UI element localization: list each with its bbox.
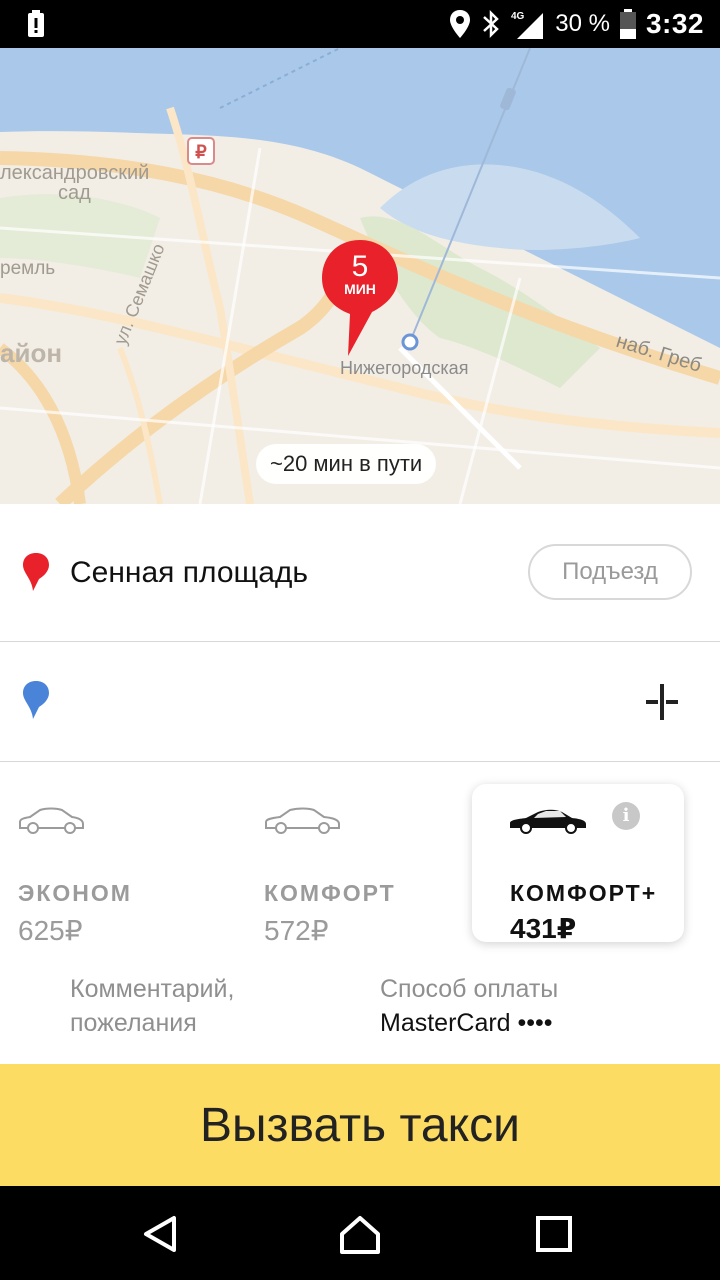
status-icons: 4G 30 % 3:32 [449, 0, 704, 48]
car-icon [19, 807, 84, 834]
map-label-kremlin: ремль [0, 258, 56, 279]
tariff-selector: ЭКОНОМ 625₽ КОМФОРТ 572₽ i КОМФОРТ+ 431₽ [0, 762, 720, 962]
alert-icon [28, 10, 44, 37]
pin-eta-minutes: 5 [351, 250, 369, 283]
trip-time-chip: ~20 мин в пути [256, 444, 437, 484]
status-bar: 4G 30 % 3:32 [0, 0, 720, 48]
comment-option[interactable]: Комментарий, пожелания [70, 972, 330, 1040]
tariff-name: КОМФОРТ+ [510, 880, 658, 906]
metro-station-icon [401, 333, 419, 351]
map-label-station: Нижегородская [340, 358, 469, 378]
payment-label: Способ оплаты [380, 975, 559, 1003]
signal-icon: 4G [511, 11, 544, 39]
order-options: Комментарий, пожелания Способ оплаты Mas… [0, 962, 720, 1064]
pickup-address-row[interactable]: Сенная площадь Подъезд [0, 504, 720, 642]
car-icon [265, 807, 340, 834]
tariff-price: 572₽ [264, 915, 329, 946]
entrance-button[interactable]: Подъезд [528, 544, 692, 600]
pin-eta-text: 5 МИН [322, 250, 398, 297]
tariff-name: КОМФОРТ [264, 880, 396, 906]
destination-address-row[interactable] [0, 642, 720, 762]
bluetooth-icon [483, 9, 500, 39]
battery-percent: 30 % [555, 10, 610, 37]
pickup-marker-icon [23, 553, 49, 591]
tariff-price: 431₽ [510, 913, 577, 944]
destination-marker-icon [23, 681, 49, 719]
tariff-name: ЭКОНОМ [18, 880, 132, 906]
tariff-comfort[interactable]: КОМФОРТ 572₽ [246, 784, 456, 946]
tariff-info-icon[interactable]: i [612, 802, 640, 830]
pin-eta-unit: МИН [344, 281, 376, 297]
payment-option[interactable]: Способ оплаты MasterCard •••• [380, 972, 558, 1040]
back-icon[interactable] [136, 1210, 184, 1258]
tariff-price: 625₽ [18, 915, 83, 946]
add-stop-icon[interactable] [640, 680, 684, 724]
tariff-econom[interactable]: ЭКОНОМ 625₽ [0, 784, 210, 946]
map-view[interactable]: ₽ лександровский сад ремль айон ул. Сема… [0, 48, 720, 504]
network-type: 4G [511, 11, 525, 22]
navigation-bar [0, 1186, 720, 1280]
tariff-comfort-plus[interactable]: i КОМФОРТ+ 431₽ [472, 784, 684, 944]
car-icon [510, 809, 586, 834]
map-label-garden-2: сад [58, 182, 91, 204]
map-label-district: айон [0, 338, 63, 368]
svg-text:₽: ₽ [195, 142, 207, 162]
pickup-address: Сенная площадь [70, 556, 309, 589]
call-taxi-button[interactable]: Вызвать такси [0, 1064, 720, 1186]
battery-icon [619, 9, 636, 39]
location-icon [450, 10, 471, 38]
home-icon[interactable] [336, 1210, 384, 1258]
payment-value: MasterCard •••• [380, 1009, 553, 1037]
clock: 3:32 [645, 8, 704, 39]
recent-apps-icon[interactable] [530, 1210, 578, 1258]
